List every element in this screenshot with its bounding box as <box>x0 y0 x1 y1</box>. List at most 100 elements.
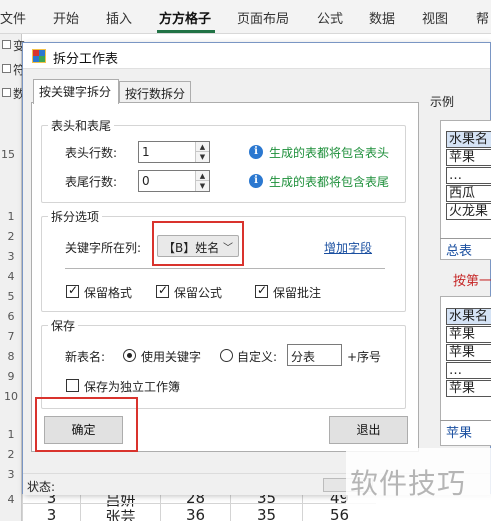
row-number[interactable]: 1 <box>0 428 22 441</box>
keyword-split-panel: 表头和表尾 表头行数: 1 ▲ ▼ i 生成的表都将包含表头 表尾行数: 0 ▲… <box>31 102 419 452</box>
sheet-cell[interactable]: 36 <box>160 503 230 521</box>
tab-split-by-rows[interactable]: 按行数拆分 <box>119 81 191 103</box>
ribbon-tab-data[interactable]: 数据 <box>369 8 395 27</box>
row-number[interactable]: 4 <box>0 493 22 506</box>
row-number[interactable]: 1 <box>0 210 22 223</box>
row-number[interactable]: 3 <box>0 250 22 263</box>
row-number[interactable]: 2 <box>0 230 22 243</box>
active-tab-indicator <box>157 30 215 33</box>
name-box-fragment: 15 <box>1 148 15 161</box>
sheet-cell[interactable]: 3 <box>22 503 80 521</box>
row-number[interactable]: 5 <box>0 290 22 303</box>
checkmark-icon: ✓ <box>257 283 268 297</box>
save-workbook-label: 保存为独立工作簿 <box>84 380 181 394</box>
row-number[interactable]: 6 <box>0 310 22 323</box>
example-cell: 苹果 <box>446 380 491 397</box>
custom-name-value: 分表 <box>291 350 316 364</box>
example-cell: 苹果 <box>446 149 491 166</box>
dialog-title: 拆分工作表 <box>53 52 119 67</box>
status-label: 状态: <box>27 480 56 494</box>
new-name-label: 新表名: <box>65 350 106 364</box>
checkmark-icon: ✓ <box>158 283 169 297</box>
header-footer-group: 表头和表尾 表头行数: 1 ▲ ▼ i 生成的表都将包含表头 表尾行数: 0 ▲… <box>41 117 406 203</box>
ribbon-tab-formulas[interactable]: 公式 <box>317 8 343 27</box>
keep-formula-checkbox[interactable]: ✓ <box>156 283 169 298</box>
ribbon-checkbox[interactable] <box>2 88 11 97</box>
ribbon-tab-file[interactable]: 文件 <box>0 8 26 27</box>
split-worksheet-dialog: 拆分工作表 按关键字拆分 按行数拆分 表头和表尾 表头行数: 1 ▲ ▼ i 生… <box>22 42 491 495</box>
example-tab-line <box>440 420 491 421</box>
keep-comment-checkbox[interactable]: ✓ <box>255 283 268 298</box>
split-options-group-title: 拆分选项 <box>48 208 103 225</box>
key-column-select[interactable]: 【B】姓名 ﹀ <box>157 235 239 257</box>
custom-name-input[interactable]: 分表 <box>287 344 342 366</box>
footer-rows-value: 0 <box>142 174 150 188</box>
keep-format-label: 保留格式 <box>84 286 133 300</box>
keep-format-checkbox[interactable]: ✓ <box>66 283 79 298</box>
footer-info-text: 生成的表都将包含表尾 <box>269 175 390 189</box>
example-tab-line <box>440 238 491 239</box>
ribbon-tab-view[interactable]: 视图 <box>422 8 448 27</box>
keep-formula-label: 保留公式 <box>174 286 223 300</box>
split-options-group: 拆分选项 关键字所在列: 【B】姓名 ﹀ 增加字段 ✓ 保留格式 ✓ 保留公式 … <box>41 208 406 312</box>
stepper-up-icon[interactable]: ▲ <box>196 142 209 152</box>
footer-rows-stepper[interactable]: 0 ▲ ▼ <box>138 170 210 192</box>
save-group: 保存 新表名: 使用关键字 自定义: 分表 +序号 保存为独立工作簿 <box>41 317 406 409</box>
checkmark-icon: ✓ <box>68 283 79 297</box>
exit-button[interactable]: 退出 <box>329 416 408 444</box>
example-cell: 火龙果 <box>446 203 491 220</box>
tab-split-by-keyword[interactable]: 按关键字拆分 <box>33 79 119 104</box>
sheet-cell[interactable]: 张芸 <box>80 503 160 521</box>
header-rows-label: 表头行数: <box>65 146 118 160</box>
example-title: 示例 <box>430 95 455 109</box>
ribbon-checkbox[interactable] <box>2 64 11 73</box>
row-number[interactable]: 10 <box>0 390 22 403</box>
header-info-text: 生成的表都将包含表头 <box>269 146 390 160</box>
header-rows-stepper[interactable]: 1 ▲ ▼ <box>138 141 210 163</box>
example-cell: … <box>446 167 491 184</box>
add-field-link[interactable]: 增加字段 <box>324 239 372 256</box>
ribbon-tab-page-layout[interactable]: 页面布局 <box>237 8 289 27</box>
custom-name-label: 自定义: <box>237 350 278 364</box>
sheet-cell[interactable]: 35 <box>230 503 302 521</box>
row-number[interactable]: 2 <box>0 448 22 461</box>
key-column-value: 【B】姓名 <box>163 241 220 255</box>
row-number[interactable]: 3 <box>0 468 22 481</box>
example-cell: … <box>446 362 491 379</box>
ribbon-tab-help[interactable]: 帮 <box>476 8 489 27</box>
example-cell: 水果名 <box>446 308 491 325</box>
example-cell: 西瓜 <box>446 185 491 202</box>
watermark-text: 软件技巧 <box>350 467 467 500</box>
ribbon-tabs: 文件 开始 插入 方方格子 页面布局 公式 数据 视图 帮 <box>0 0 491 34</box>
stepper-down-icon[interactable]: ▼ <box>196 181 209 191</box>
example-cell: 苹果 <box>446 344 491 361</box>
custom-name-radio[interactable] <box>220 349 233 362</box>
ribbon-checkbox[interactable] <box>2 40 11 49</box>
row-number[interactable]: 8 <box>0 350 22 363</box>
row-number[interactable]: 9 <box>0 370 22 383</box>
row-number[interactable]: 4 <box>0 270 22 283</box>
stepper-up-icon[interactable]: ▲ <box>196 171 209 181</box>
dialog-titlebar[interactable]: 拆分工作表 <box>23 43 490 69</box>
ribbon-tab-home[interactable]: 开始 <box>53 8 79 27</box>
serial-suffix-label: +序号 <box>347 350 382 364</box>
footer-rows-label: 表尾行数: <box>65 175 118 189</box>
ok-button[interactable]: 确定 <box>44 416 123 444</box>
ribbon-tab-insert[interactable]: 插入 <box>106 8 132 27</box>
stepper-down-icon[interactable]: ▼ <box>196 152 209 162</box>
chevron-down-icon: ﹀ <box>223 243 233 254</box>
example-sheet-tab-total: 总表 <box>446 244 473 259</box>
use-keyword-radio[interactable] <box>123 349 136 362</box>
example-arrow-text: 按第一 <box>453 274 491 289</box>
info-icon: i <box>249 145 263 159</box>
save-workbook-checkbox[interactable] <box>66 379 79 392</box>
ribbon-tab-fangfanggezi[interactable]: 方方格子 <box>159 8 211 27</box>
key-column-label: 关键字所在列: <box>65 241 142 255</box>
example-cell: 苹果 <box>446 326 491 343</box>
example-cell: 水果名 <box>446 131 491 148</box>
info-icon: i <box>249 174 263 188</box>
keep-comment-label: 保留批注 <box>273 286 322 300</box>
example-sheet-tab-apple: 苹果 <box>446 426 473 441</box>
row-number[interactable]: 7 <box>0 330 22 343</box>
header-footer-group-title: 表头和表尾 <box>48 117 115 134</box>
